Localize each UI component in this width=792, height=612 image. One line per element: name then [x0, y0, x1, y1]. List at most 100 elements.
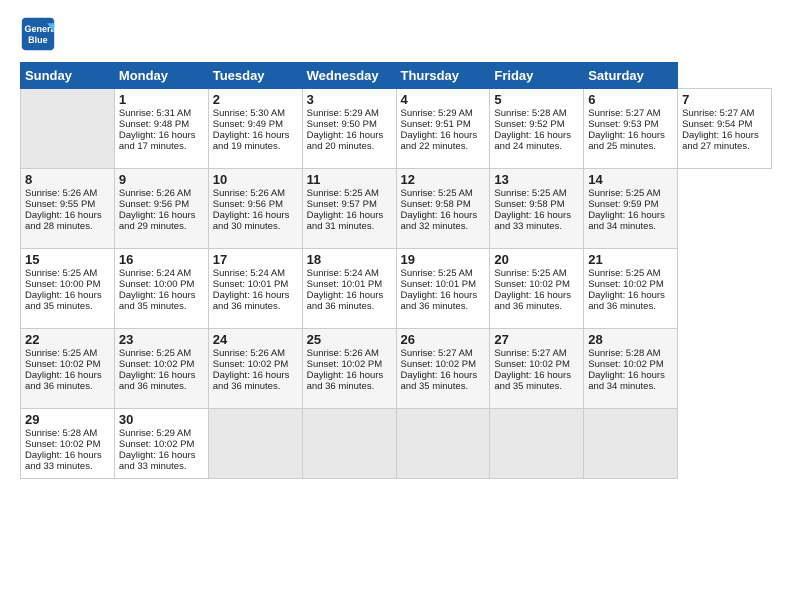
calendar-cell: 18Sunrise: 5:24 AMSunset: 10:01 PMDaylig… [302, 249, 396, 329]
sunrise-text: Sunrise: 5:25 AM [25, 268, 110, 279]
sunset-text: Sunset: 10:02 PM [25, 439, 110, 450]
sunrise-text: Sunrise: 5:29 AM [119, 428, 204, 439]
day-number: 16 [119, 252, 204, 267]
calendar-cell: 6Sunrise: 5:27 AMSunset: 9:53 PMDaylight… [584, 89, 678, 169]
calendar-cell: 14Sunrise: 5:25 AMSunset: 9:59 PMDayligh… [584, 169, 678, 249]
calendar-cell: 28Sunrise: 5:28 AMSunset: 10:02 PMDaylig… [584, 329, 678, 409]
sunrise-text: Sunrise: 5:27 AM [588, 108, 673, 119]
day-number: 3 [307, 92, 392, 107]
day-number: 19 [401, 252, 486, 267]
day-number: 4 [401, 92, 486, 107]
daylight-text: Daylight: 16 hours and 35 minutes. [119, 290, 204, 312]
daylight-text: Daylight: 16 hours and 34 minutes. [588, 210, 673, 232]
sunrise-text: Sunrise: 5:25 AM [401, 188, 486, 199]
calendar-cell [208, 409, 302, 479]
sunrise-text: Sunrise: 5:25 AM [25, 348, 110, 359]
daylight-text: Daylight: 16 hours and 36 minutes. [307, 370, 392, 392]
sunset-text: Sunset: 9:56 PM [213, 199, 298, 210]
daylight-text: Daylight: 16 hours and 19 minutes. [213, 130, 298, 152]
calendar-cell: 9Sunrise: 5:26 AMSunset: 9:56 PMDaylight… [114, 169, 208, 249]
calendar-cell: 4Sunrise: 5:29 AMSunset: 9:51 PMDaylight… [396, 89, 490, 169]
daylight-text: Daylight: 16 hours and 25 minutes. [588, 130, 673, 152]
sunrise-text: Sunrise: 5:26 AM [213, 348, 298, 359]
sunset-text: Sunset: 10:00 PM [25, 279, 110, 290]
calendar-cell: 25Sunrise: 5:26 AMSunset: 10:02 PMDaylig… [302, 329, 396, 409]
sunrise-text: Sunrise: 5:26 AM [119, 188, 204, 199]
day-number: 27 [494, 332, 579, 347]
sunrise-text: Sunrise: 5:31 AM [119, 108, 204, 119]
sunrise-text: Sunrise: 5:30 AM [213, 108, 298, 119]
day-number: 20 [494, 252, 579, 267]
daylight-text: Daylight: 16 hours and 20 minutes. [307, 130, 392, 152]
sunrise-text: Sunrise: 5:25 AM [119, 348, 204, 359]
sunset-text: Sunset: 10:01 PM [307, 279, 392, 290]
header-saturday: Saturday [584, 63, 678, 89]
sunset-text: Sunset: 10:02 PM [307, 359, 392, 370]
sunrise-text: Sunrise: 5:25 AM [588, 188, 673, 199]
daylight-text: Daylight: 16 hours and 35 minutes. [25, 290, 110, 312]
sunset-text: Sunset: 10:02 PM [588, 359, 673, 370]
sunset-text: Sunset: 9:58 PM [494, 199, 579, 210]
sunset-text: Sunset: 9:51 PM [401, 119, 486, 130]
daylight-text: Daylight: 16 hours and 36 minutes. [401, 290, 486, 312]
logo-icon: General Blue [20, 16, 56, 52]
day-number: 8 [25, 172, 110, 187]
sunrise-text: Sunrise: 5:25 AM [494, 188, 579, 199]
day-number: 28 [588, 332, 673, 347]
sunset-text: Sunset: 10:02 PM [119, 359, 204, 370]
daylight-text: Daylight: 16 hours and 36 minutes. [307, 290, 392, 312]
calendar-cell: 26Sunrise: 5:27 AMSunset: 10:02 PMDaylig… [396, 329, 490, 409]
sunset-text: Sunset: 9:48 PM [119, 119, 204, 130]
calendar-cell: 11Sunrise: 5:25 AMSunset: 9:57 PMDayligh… [302, 169, 396, 249]
sunrise-text: Sunrise: 5:27 AM [401, 348, 486, 359]
calendar-cell: 12Sunrise: 5:25 AMSunset: 9:58 PMDayligh… [396, 169, 490, 249]
calendar-cell: 21Sunrise: 5:25 AMSunset: 10:02 PMDaylig… [584, 249, 678, 329]
calendar-cell: 24Sunrise: 5:26 AMSunset: 10:02 PMDaylig… [208, 329, 302, 409]
day-number: 15 [25, 252, 110, 267]
sunrise-text: Sunrise: 5:28 AM [25, 428, 110, 439]
daylight-text: Daylight: 16 hours and 36 minutes. [119, 370, 204, 392]
daylight-text: Daylight: 16 hours and 33 minutes. [119, 450, 204, 472]
sunset-text: Sunset: 9:50 PM [307, 119, 392, 130]
header-friday: Friday [490, 63, 584, 89]
header-row: SundayMondayTuesdayWednesdayThursdayFrid… [21, 63, 772, 89]
sunset-text: Sunset: 9:54 PM [682, 119, 767, 130]
sunset-text: Sunset: 10:02 PM [494, 359, 579, 370]
sunrise-text: Sunrise: 5:25 AM [307, 188, 392, 199]
calendar-cell: 22Sunrise: 5:25 AMSunset: 10:02 PMDaylig… [21, 329, 115, 409]
calendar-cell [396, 409, 490, 479]
header-wednesday: Wednesday [302, 63, 396, 89]
sunset-text: Sunset: 9:49 PM [213, 119, 298, 130]
day-number: 2 [213, 92, 298, 107]
calendar-cell: 17Sunrise: 5:24 AMSunset: 10:01 PMDaylig… [208, 249, 302, 329]
sunset-text: Sunset: 10:00 PM [119, 279, 204, 290]
daylight-text: Daylight: 16 hours and 36 minutes. [213, 290, 298, 312]
sunrise-text: Sunrise: 5:24 AM [307, 268, 392, 279]
sunset-text: Sunset: 10:01 PM [213, 279, 298, 290]
sunset-text: Sunset: 9:59 PM [588, 199, 673, 210]
day-number: 5 [494, 92, 579, 107]
sunrise-text: Sunrise: 5:29 AM [401, 108, 486, 119]
sunset-text: Sunset: 10:02 PM [213, 359, 298, 370]
calendar-cell [302, 409, 396, 479]
day-number: 14 [588, 172, 673, 187]
calendar-cell: 8Sunrise: 5:26 AMSunset: 9:55 PMDaylight… [21, 169, 115, 249]
sunrise-text: Sunrise: 5:26 AM [213, 188, 298, 199]
daylight-text: Daylight: 16 hours and 31 minutes. [307, 210, 392, 232]
header-tuesday: Tuesday [208, 63, 302, 89]
day-number: 6 [588, 92, 673, 107]
calendar-cell: 29Sunrise: 5:28 AMSunset: 10:02 PMDaylig… [21, 409, 115, 479]
calendar-cell: 13Sunrise: 5:25 AMSunset: 9:58 PMDayligh… [490, 169, 584, 249]
day-number: 29 [25, 412, 110, 427]
sunrise-text: Sunrise: 5:28 AM [494, 108, 579, 119]
daylight-text: Daylight: 16 hours and 33 minutes. [494, 210, 579, 232]
calendar-cell [490, 409, 584, 479]
calendar-cell: 1Sunrise: 5:31 AMSunset: 9:48 PMDaylight… [114, 89, 208, 169]
daylight-text: Daylight: 16 hours and 29 minutes. [119, 210, 204, 232]
calendar-cell: 15Sunrise: 5:25 AMSunset: 10:00 PMDaylig… [21, 249, 115, 329]
header-monday: Monday [114, 63, 208, 89]
daylight-text: Daylight: 16 hours and 35 minutes. [494, 370, 579, 392]
logo: General Blue [20, 16, 60, 52]
day-number: 30 [119, 412, 204, 427]
daylight-text: Daylight: 16 hours and 22 minutes. [401, 130, 486, 152]
